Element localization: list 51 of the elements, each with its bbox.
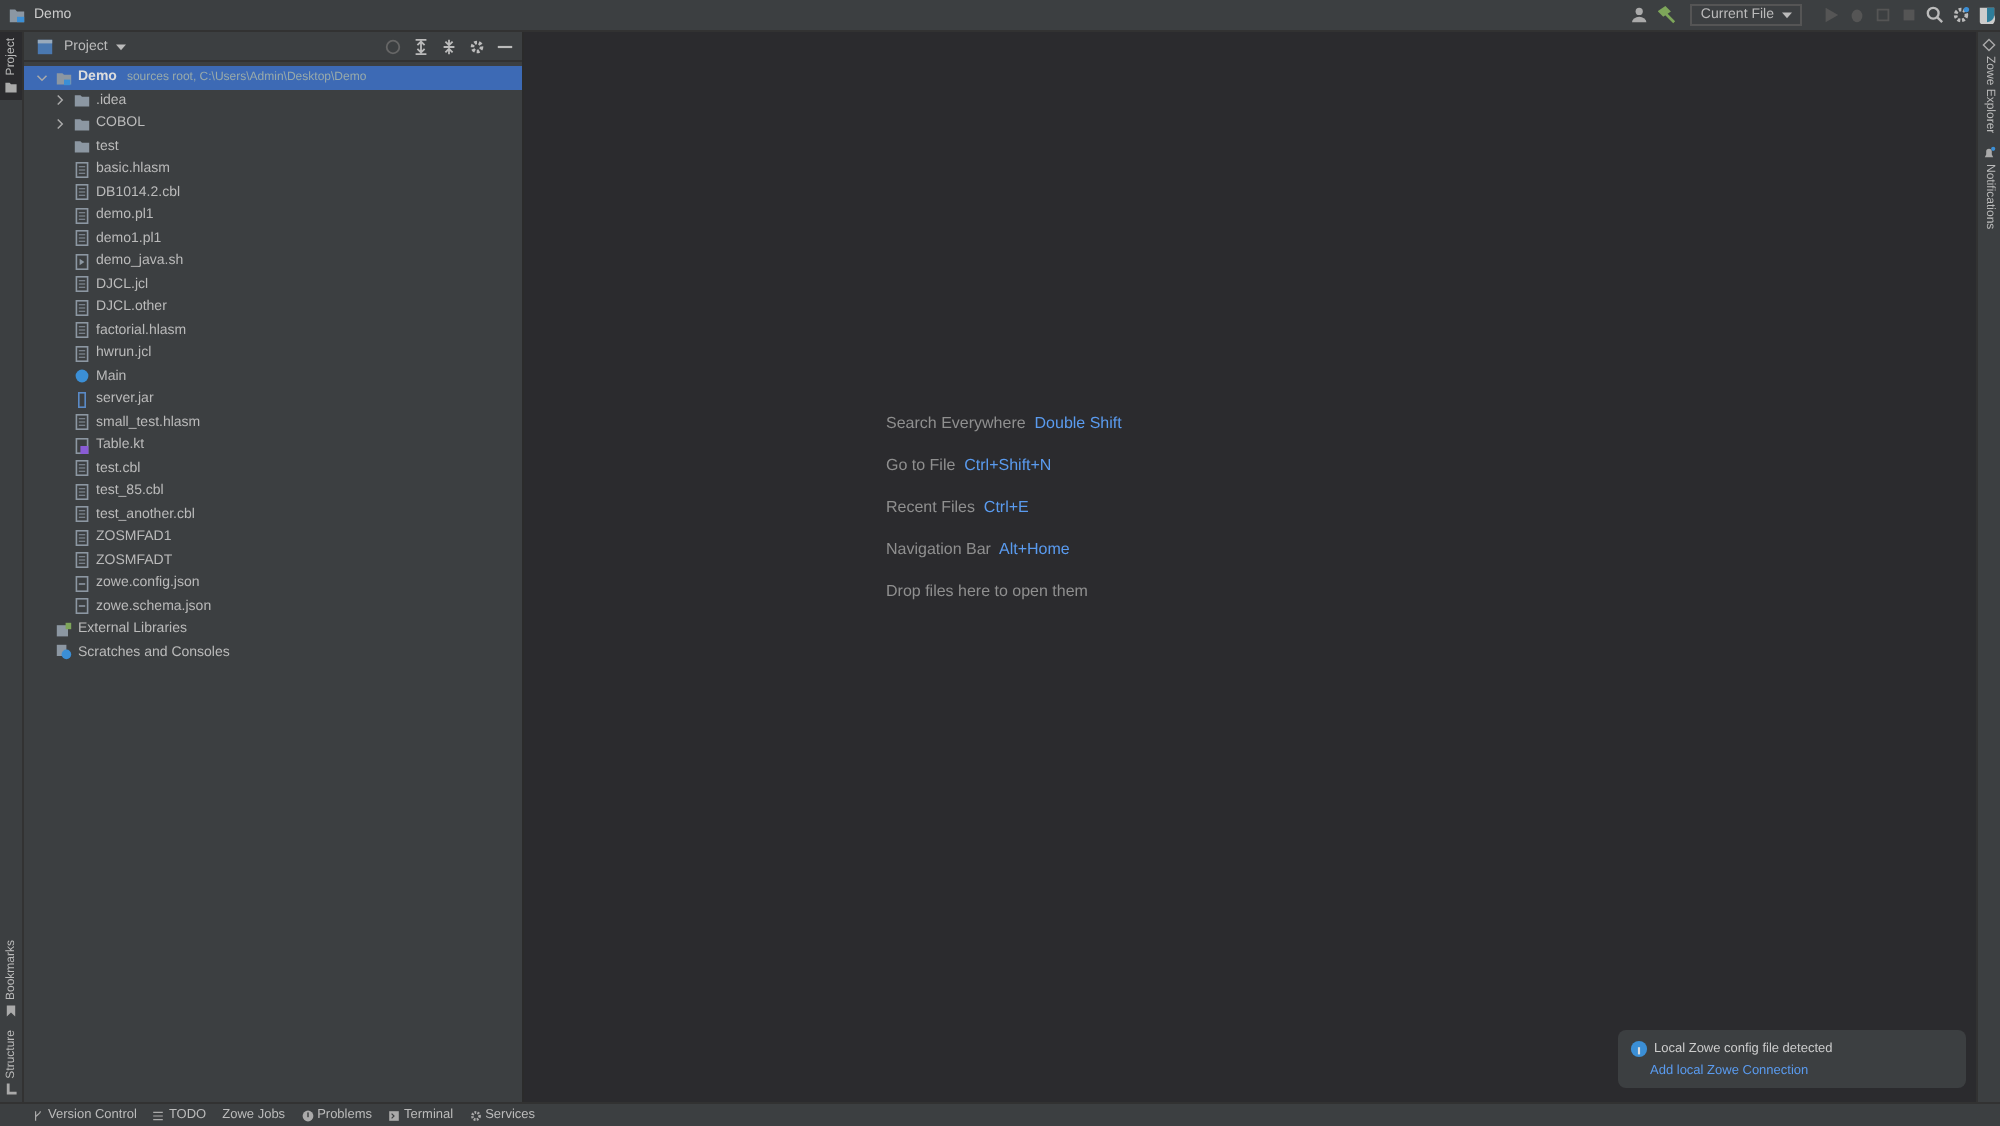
search-icon[interactable] xyxy=(1926,6,1944,24)
user-icon[interactable] xyxy=(1632,6,1651,24)
info-icon xyxy=(301,1109,314,1121)
caret-icon xyxy=(115,41,126,51)
file-icon xyxy=(74,299,90,316)
file-icon xyxy=(74,322,90,339)
library-icon xyxy=(56,621,72,638)
file-icon xyxy=(74,276,90,293)
settings-icon[interactable] xyxy=(468,37,486,55)
file-icon xyxy=(74,529,90,546)
structure-icon xyxy=(4,1082,18,1096)
expand-all-icon[interactable] xyxy=(412,37,430,55)
file-icon xyxy=(74,253,90,270)
jar-icon xyxy=(74,391,90,408)
file-icon xyxy=(74,506,90,523)
file-icon xyxy=(74,345,90,362)
file-icon xyxy=(74,230,90,247)
collapse-all-icon[interactable] xyxy=(440,37,458,55)
file-icon xyxy=(74,460,90,477)
bookmark-icon xyxy=(4,1003,18,1018)
editor-hint: Go to File Ctrl+Shift+N xyxy=(886,456,1054,474)
settings-icon[interactable] xyxy=(1952,6,1970,24)
folder-icon xyxy=(56,69,72,86)
caret-icon xyxy=(1782,10,1792,20)
file-icon xyxy=(74,598,90,615)
editor-hint: Navigation Bar Alt+Home xyxy=(886,540,1072,558)
editor-hint: Search Everywhere Double Shift xyxy=(886,414,1122,432)
file-icon xyxy=(74,184,90,201)
folder-icon xyxy=(8,6,26,24)
shield-icon[interactable] xyxy=(1978,6,1996,24)
editor-hint: Drop files here to open them xyxy=(886,582,1090,600)
editor-hint: Recent Files Ctrl+E xyxy=(886,498,1031,516)
bell-icon xyxy=(1982,145,1996,160)
file-icon xyxy=(74,414,90,431)
diamond-icon xyxy=(1982,38,1996,52)
file-icon xyxy=(74,575,90,592)
branch-icon xyxy=(32,1109,44,1121)
gear-icon xyxy=(469,1109,482,1121)
file-icon xyxy=(74,483,90,500)
folder-icon xyxy=(4,79,18,94)
file-icon xyxy=(74,437,90,454)
scratch-icon xyxy=(56,644,72,661)
terminal-icon xyxy=(388,1109,401,1121)
list-icon xyxy=(152,1109,165,1121)
file-icon xyxy=(74,161,90,178)
file-icon xyxy=(74,552,90,569)
info-icon xyxy=(1630,1040,1648,1058)
class-icon xyxy=(74,368,90,385)
hammer-icon[interactable] xyxy=(1658,6,1677,24)
file-icon xyxy=(74,207,90,224)
window-icon xyxy=(36,37,54,55)
